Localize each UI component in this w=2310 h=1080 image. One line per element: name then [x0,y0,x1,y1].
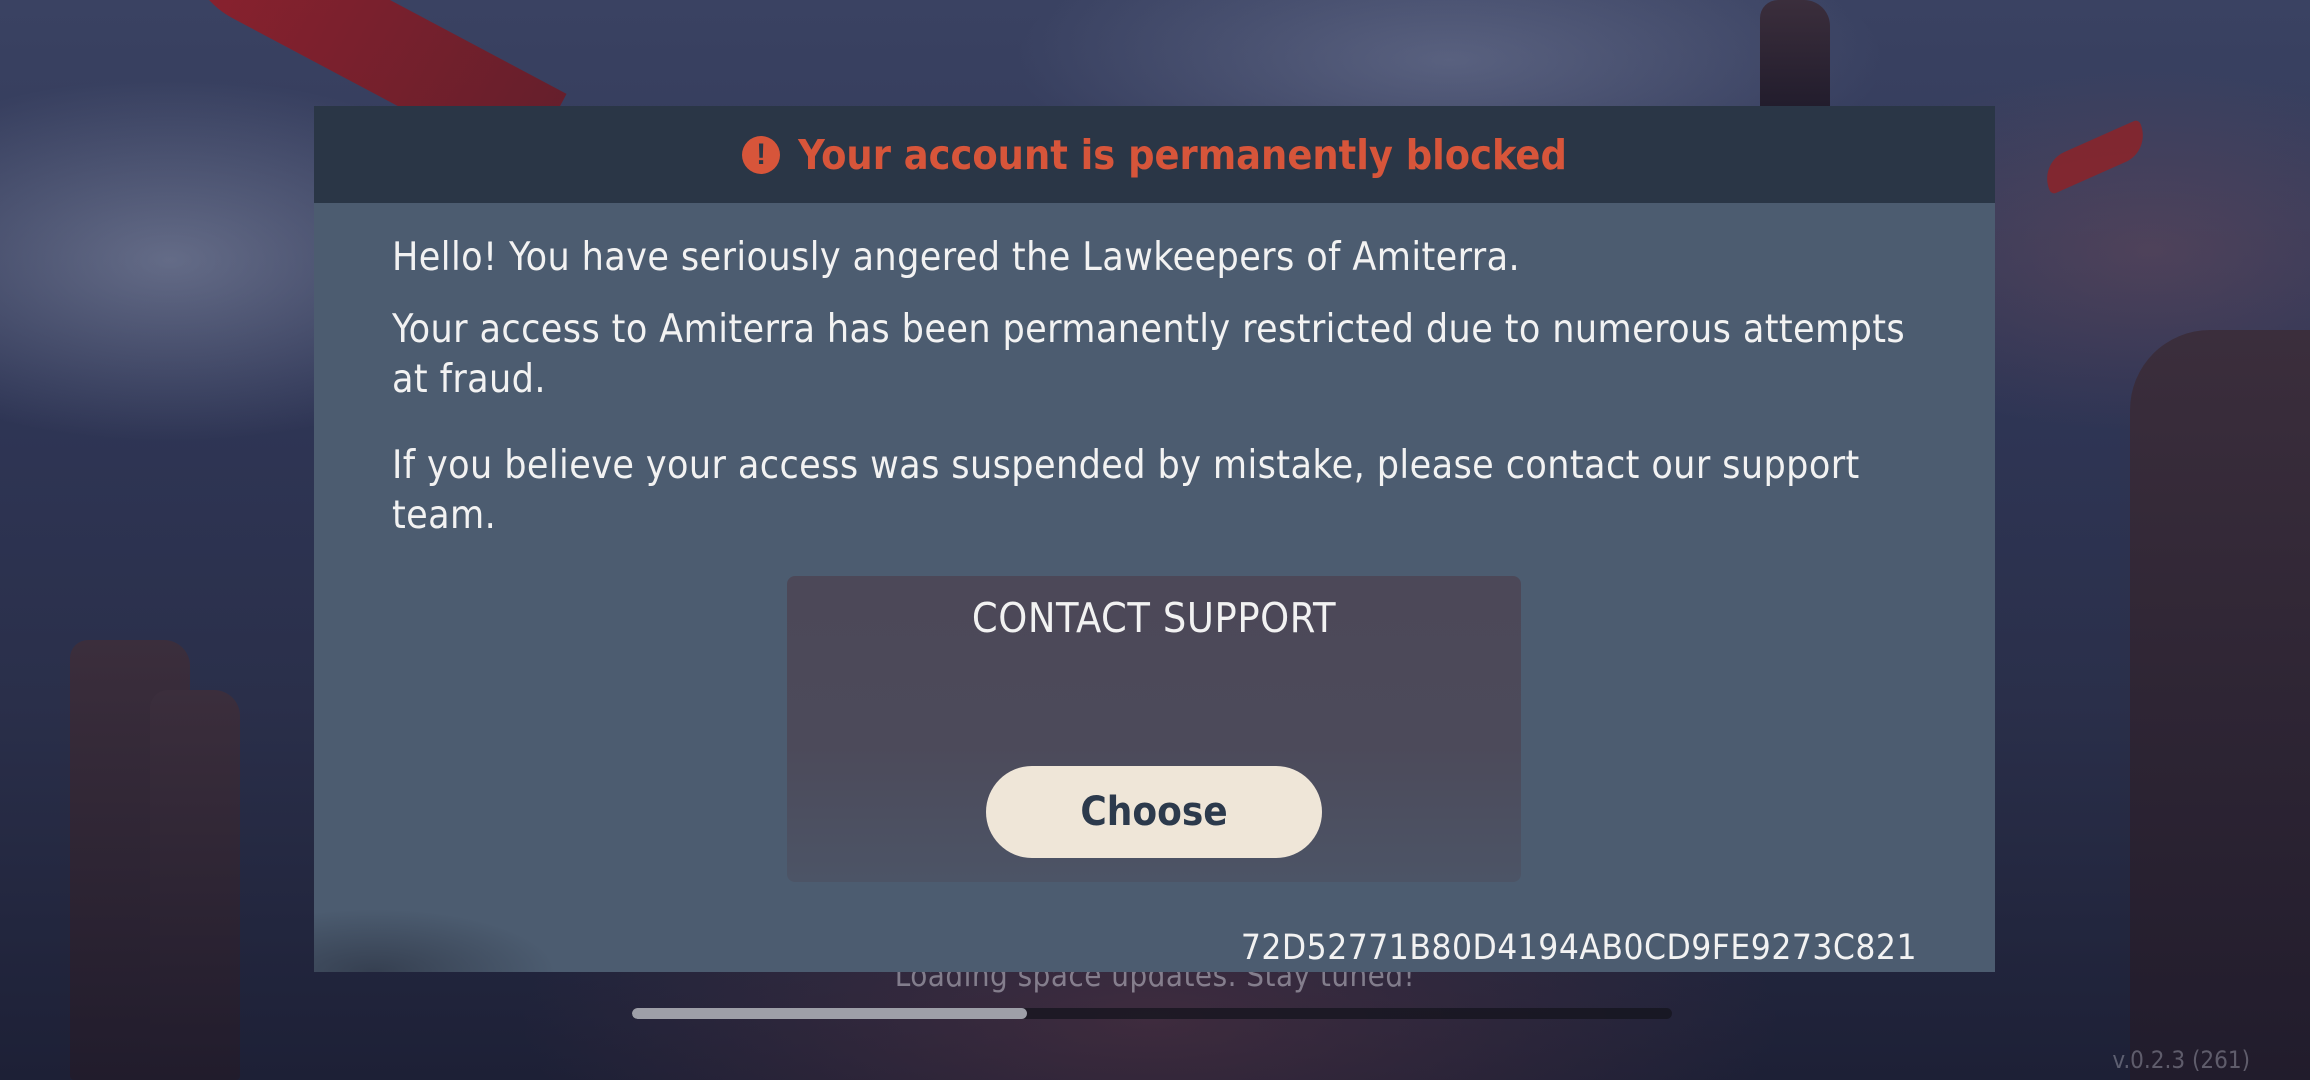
contact-support-panel: CONTACT SUPPORT Choose [787,576,1521,882]
loading-progress-bar [632,1008,1672,1019]
loading-progress-fill [632,1008,1028,1019]
message-restriction: Your access to Amiterra has been permane… [392,307,1906,402]
choose-button[interactable]: Choose [986,766,1322,858]
contact-support-title: CONTACT SUPPORT [971,594,1337,642]
rock-pillar-left-2 [150,690,240,1080]
dialog-corner-shadow [314,862,774,972]
account-blocked-dialog: ! Your account is permanently blocked He… [314,106,1995,972]
exclamation-circle-icon: ! [742,135,781,174]
rock-pillar-top [1760,0,1830,110]
message-contact-support: If you believe your access was suspended… [392,443,1860,538]
dialog-header: ! Your account is permanently blocked [314,106,1995,203]
version-label: v.0.2.3 (261) [2112,1046,2250,1074]
message-greeting: Hello! You have seriously angered the La… [392,235,1521,280]
session-id: 72D52771B80D4194AB0CD9FE9273C821 [1240,928,1917,968]
dialog-title: Your account is permanently blocked [798,130,1567,179]
dialog-message: Hello! You have seriously angered the La… [314,203,1995,541]
